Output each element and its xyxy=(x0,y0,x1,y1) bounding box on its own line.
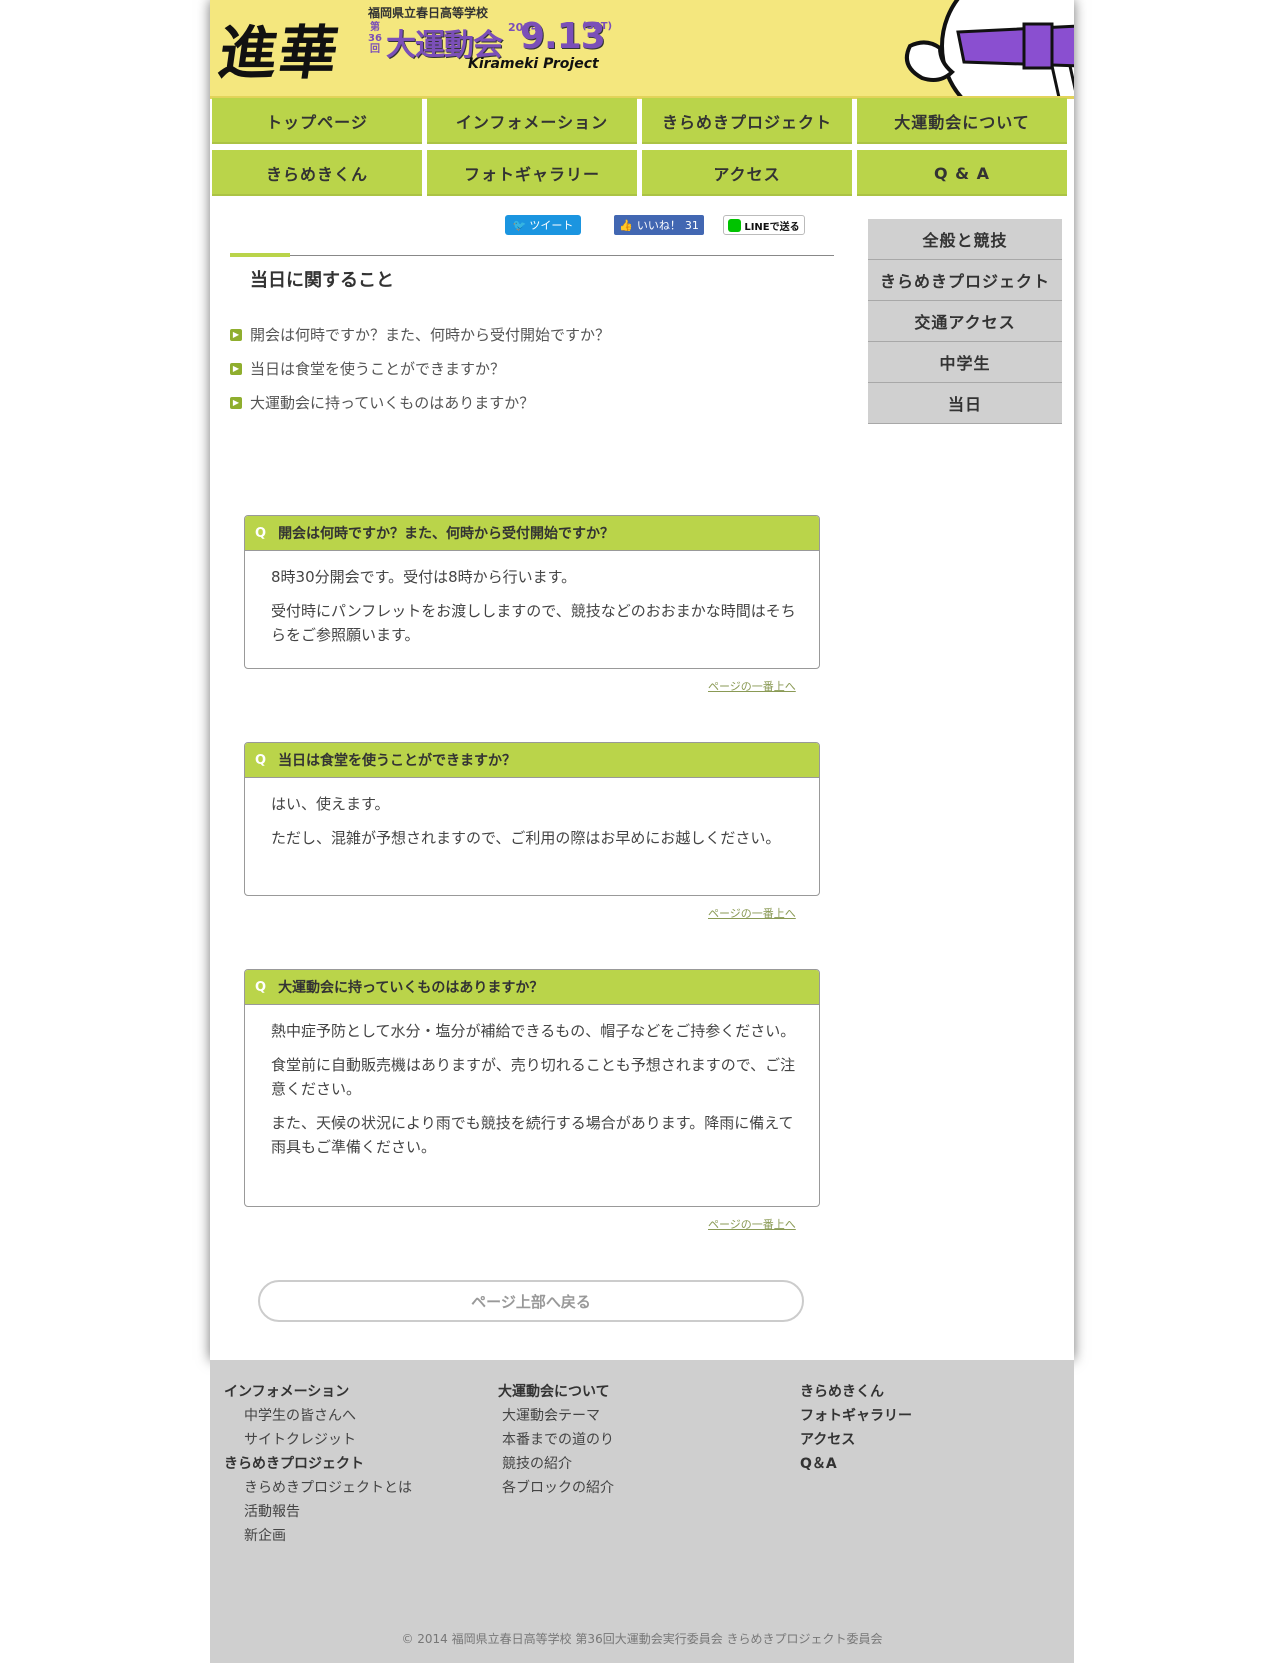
page-top-link[interactable]: ページの一番上へ xyxy=(708,678,796,694)
footer-link-junior-high[interactable]: 中学生の皆さんへ xyxy=(224,1404,412,1428)
site-footer: インフォメーション 中学生の皆さんへ サイトクレジット きらめきプロジェクト き… xyxy=(210,1360,1074,1663)
footer-link-events[interactable]: 競技の紹介 xyxy=(498,1452,614,1476)
toc-label: 大運動会に持っていくものはありますか？ xyxy=(250,394,535,412)
facebook-like-button[interactable]: 👍 いいね！ 31 xyxy=(614,215,704,235)
sidebar-item-transport[interactable]: 交通アクセス xyxy=(868,301,1062,342)
sidebar-item-event-day[interactable]: 当日 xyxy=(868,383,1062,424)
qa-answer-paragraph: 熱中症予防として水分・塩分が補給できるもの、帽子などをご持参ください。 xyxy=(271,1022,796,1040)
qa-question: 開会は何時ですか？また、何時から受付開始ですか？ xyxy=(278,526,615,542)
qa-item-cafeteria: Q 当日は食堂を使うことができますか？ はい、使えます。 ただし、混雑が予想され… xyxy=(244,742,820,896)
toc-label: 当日は食堂を使うことができますか？ xyxy=(250,360,506,378)
sidebar-menu: 全般と競技 きらめきプロジェクト 交通アクセス 中学生 当日 xyxy=(868,219,1062,424)
qa-answer: 熱中症予防として水分・塩分が補給できるもの、帽子などをご持参ください。 食堂前に… xyxy=(245,1005,819,1177)
qa-answer-paragraph: ただし、混雑が予想されますので、ご利用の際はお早めにお越しください。 xyxy=(271,829,781,847)
footer-link-qa[interactable]: Q＆A xyxy=(800,1452,912,1476)
tweet-label: ツイート xyxy=(529,219,574,232)
qa-answer-paragraph: 受付時にパンフレットをお渡ししますので、競技などのおおまかな時間はそちらをご参照… xyxy=(271,602,796,644)
sidebar-item-kirameki-project[interactable]: きらめきプロジェクト xyxy=(868,260,1062,301)
nav-information[interactable]: インフォメーション xyxy=(427,98,637,144)
nav-kirameki-kun[interactable]: きらめきくん xyxy=(212,150,422,196)
footer-link-photo-gallery[interactable]: フォトギャラリー xyxy=(800,1404,912,1428)
nav-access[interactable]: アクセス xyxy=(642,150,852,196)
footer-link-kirameki-project[interactable]: きらめきプロジェクト xyxy=(224,1452,412,1476)
sidebar-item-junior-high[interactable]: 中学生 xyxy=(868,342,1062,383)
arrow-bullet-icon: ▶ xyxy=(230,362,242,375)
footer-link-road-to-event[interactable]: 本番までの道のり xyxy=(498,1428,614,1452)
qa-question-header: Q 大運動会に持っていくものはありますか？ xyxy=(245,970,819,1005)
section-divider xyxy=(230,255,834,256)
footer-column-1: インフォメーション 中学生の皆さんへ サイトクレジット きらめきプロジェクト き… xyxy=(224,1380,412,1548)
toc-link-belongings[interactable]: ▶ 大運動会に持っていくものはありますか？ xyxy=(230,392,534,413)
logo[interactable]: 進華 xyxy=(214,6,346,90)
toc-link-opening-time[interactable]: ▶ 開会は何時ですか？また、何時から受付開始ですか？ xyxy=(230,324,610,345)
qa-answer-paragraph: 食堂前に自動販売機はありますが、売り切れることも予想されますので、ご注意ください… xyxy=(271,1056,796,1098)
site-header: 進華 福岡県立春日高等学校 第36回 大運動会 2014 9.13 (SAT) … xyxy=(210,0,1074,99)
qa-answer: はい、使えます。 ただし、混雑が予想されますので、ご利用の際はお早めにお越しくだ… xyxy=(245,778,819,868)
project-tag: Kirameki Project xyxy=(468,56,599,72)
qa-question: 当日は食堂を使うことができますか？ xyxy=(278,753,517,769)
section-divider-accent xyxy=(230,253,290,257)
back-to-top-button[interactable]: ページ上部へ戻る xyxy=(258,1280,804,1322)
footer-link-about-project[interactable]: きらめきプロジェクトとは xyxy=(224,1476,412,1500)
footer-link-activity-report[interactable]: 活動報告 xyxy=(224,1500,412,1524)
line-label: LINEで送る xyxy=(744,221,800,233)
toc-label: 開会は何時ですか？また、何時から受付開始ですか？ xyxy=(250,326,611,344)
toc-link-cafeteria[interactable]: ▶ 当日は食堂を使うことができますか？ xyxy=(230,358,505,379)
qa-answer-paragraph: 8時30分開会です。受付は8時から行います。 xyxy=(271,568,577,586)
qa-question-header: Q 当日は食堂を使うことができますか？ xyxy=(245,743,819,778)
copyright: © 2014 福岡県立春日高等学校 第36回大運動会実行委員会 きらめきプロジェ… xyxy=(401,1632,883,1646)
qa-answer: 8時30分開会です。受付は8時から行います。 受付時にパンフレットをお渡しします… xyxy=(245,551,819,665)
footer-link-access[interactable]: アクセス xyxy=(800,1428,912,1452)
page-top-link[interactable]: ページの一番上へ xyxy=(708,905,796,921)
mascot-illustration xyxy=(905,0,1074,96)
like-label: いいね！ xyxy=(636,219,681,232)
footer-link-blocks[interactable]: 各ブロックの紹介 xyxy=(498,1476,614,1500)
section-title: 当日に関すること xyxy=(250,270,394,291)
like-count: 31 xyxy=(684,218,699,232)
nav-kirameki-project[interactable]: きらめきプロジェクト xyxy=(642,98,852,144)
qa-question: 大運動会に持っていくものはありますか？ xyxy=(278,980,544,996)
nav-qa[interactable]: Q & A xyxy=(857,150,1067,196)
footer-link-theme[interactable]: 大運動会テーマ xyxy=(498,1404,614,1428)
q-mark: Q xyxy=(255,752,267,768)
thumbs-up-icon: 👍 xyxy=(619,218,633,232)
footer-link-about-event[interactable]: 大運動会について xyxy=(498,1380,614,1404)
footer-link-kirameki-kun[interactable]: きらめきくん xyxy=(800,1380,912,1404)
line-icon xyxy=(728,218,742,232)
footer-link-new-plan[interactable]: 新企画 xyxy=(224,1524,412,1548)
qa-question-header: Q 開会は何時ですか？また、何時から受付開始ですか？ xyxy=(245,516,819,551)
page-top-link[interactable]: ページの一番上へ xyxy=(708,1216,796,1232)
arrow-bullet-icon: ▶ xyxy=(230,328,242,341)
arrow-bullet-icon: ▶ xyxy=(230,396,242,409)
line-share-button[interactable]: LINEで送る xyxy=(723,215,805,235)
nav-about-event[interactable]: 大運動会について xyxy=(857,98,1067,144)
page-container: 進華 福岡県立春日高等学校 第36回 大運動会 2014 9.13 (SAT) … xyxy=(210,0,1074,1360)
qa-answer-paragraph: はい、使えます。 xyxy=(271,795,390,813)
q-mark: Q xyxy=(255,979,267,995)
event-weekday: (SAT) xyxy=(582,21,613,32)
edition-label: 第36回 xyxy=(368,22,382,55)
sidebar-item-general[interactable]: 全般と競技 xyxy=(868,219,1062,260)
nav-photo-gallery[interactable]: フォトギャラリー xyxy=(427,150,637,196)
qa-item-opening-time: Q 開会は何時ですか？また、何時から受付開始ですか？ 8時30分開会です。受付は… xyxy=(244,515,820,669)
twitter-bird-icon: 🐦 xyxy=(512,218,527,232)
footer-link-site-credit[interactable]: サイトクレジット xyxy=(224,1428,412,1452)
footer-column-2: 大運動会について 大運動会テーマ 本番までの道のり 競技の紹介 各ブロックの紹介 xyxy=(498,1380,614,1500)
footer-column-3: きらめきくん フォトギャラリー アクセス Q＆A xyxy=(800,1380,912,1476)
qa-answer-paragraph: また、天候の状況により雨でも競技を続行する場合があります。降雨に備えて雨具もご準… xyxy=(271,1114,794,1156)
qa-item-belongings: Q 大運動会に持っていくものはありますか？ 熱中症予防として水分・塩分が補給でき… xyxy=(244,969,820,1207)
tweet-button[interactable]: 🐦 ツイート xyxy=(505,215,581,235)
footer-link-information[interactable]: インフォメーション xyxy=(224,1380,412,1404)
school-name: 福岡県立春日高等学校 xyxy=(368,6,489,20)
nav-top-page[interactable]: トップページ xyxy=(212,98,422,144)
q-mark: Q xyxy=(255,525,267,541)
